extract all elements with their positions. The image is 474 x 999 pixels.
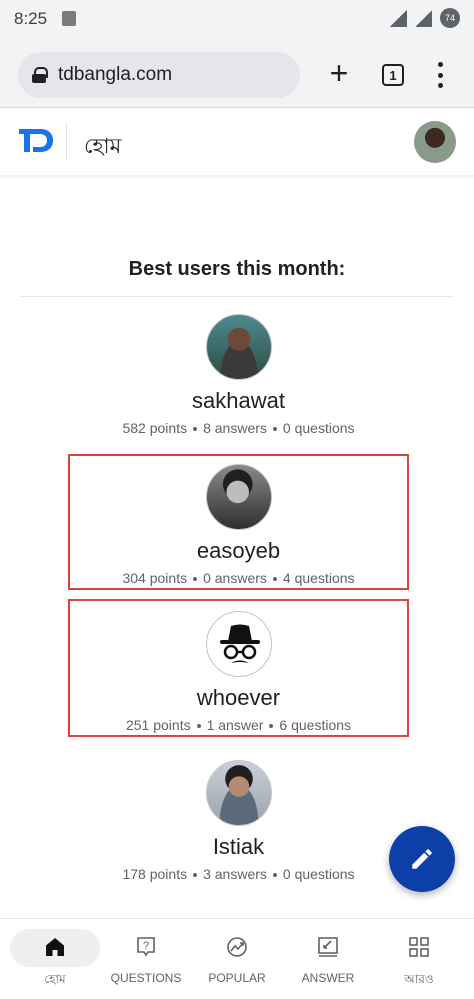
browser-toolbar: tdbangla.com + 1 bbox=[0, 38, 474, 108]
user-stats: 582 points 8 answers 0 questions bbox=[68, 420, 409, 436]
user-points: 178 points bbox=[122, 866, 188, 882]
separator-dot bbox=[193, 427, 198, 432]
user-questions: 4 questions bbox=[282, 570, 355, 586]
user-card-istiak[interactable]: Istiak 178 points 3 answers 0 questions bbox=[68, 760, 409, 884]
user-name[interactable]: Istiak bbox=[68, 834, 409, 860]
user-points: 582 points bbox=[122, 420, 188, 436]
nav-label: হোম bbox=[44, 972, 66, 986]
user-stats: 304 points 0 answers 4 questions bbox=[70, 570, 407, 586]
user-answers: 8 answers bbox=[203, 420, 267, 436]
separator-dot bbox=[272, 577, 277, 582]
user-name[interactable]: whoever bbox=[70, 685, 407, 711]
user-points: 304 points bbox=[122, 570, 188, 586]
user-name[interactable]: sakhawat bbox=[68, 388, 409, 414]
user-answers: 3 answers bbox=[203, 866, 267, 882]
user-answers: 1 answer bbox=[206, 717, 264, 733]
incognito-avatar-icon bbox=[219, 624, 260, 663]
status-icons: 74 bbox=[390, 8, 460, 28]
signal-icon bbox=[390, 9, 407, 27]
status-bar: 8:25 74 bbox=[0, 0, 474, 38]
nav-label: ANSWER bbox=[301, 971, 355, 985]
trending-icon bbox=[227, 937, 247, 957]
user-card-whoever[interactable]: whoever 251 points 1 answer 6 questions bbox=[68, 599, 409, 737]
signal-icon-2 bbox=[415, 9, 432, 27]
separator-dot bbox=[272, 427, 277, 432]
url-text[interactable]: tdbangla.com bbox=[58, 64, 172, 86]
nav-label: QUESTIONS bbox=[110, 971, 182, 985]
separator-dot bbox=[193, 577, 198, 582]
site-header: হোম bbox=[0, 109, 474, 175]
tab-switcher-button[interactable]: 1 bbox=[382, 64, 404, 86]
bottom-navigation: হোম ? QUESTIONS POPULAR ANSWER আরও bbox=[0, 918, 474, 999]
user-avatar[interactable] bbox=[205, 464, 272, 530]
nav-popular[interactable]: POPULAR bbox=[191, 919, 283, 999]
user-answers: 0 answers bbox=[203, 570, 267, 586]
user-avatar[interactable] bbox=[205, 760, 272, 826]
user-points: 251 points bbox=[125, 717, 191, 733]
home-icon bbox=[46, 938, 64, 956]
user-name[interactable]: easoyeb bbox=[70, 538, 407, 564]
user-card-sakhawat[interactable]: sakhawat 582 points 8 answers 0 questions bbox=[68, 314, 409, 438]
pencil-icon bbox=[412, 849, 432, 869]
user-questions: 0 questions bbox=[282, 866, 355, 882]
section-divider bbox=[20, 296, 454, 297]
battery-icon: 74 bbox=[440, 8, 460, 28]
profile-avatar[interactable] bbox=[414, 121, 456, 163]
user-card-easoyeb[interactable]: easoyeb 304 points 0 answers 4 questions bbox=[68, 454, 409, 590]
nav-answer[interactable]: ANSWER bbox=[282, 919, 374, 999]
address-bar[interactable]: tdbangla.com bbox=[18, 52, 300, 98]
nav-home[interactable]: হোম bbox=[9, 919, 101, 999]
nav-more[interactable]: আরও bbox=[373, 919, 465, 999]
user-avatar[interactable] bbox=[205, 314, 272, 380]
site-logo[interactable] bbox=[18, 125, 54, 155]
question-icon: ? bbox=[137, 937, 155, 957]
page-title: হোম bbox=[84, 135, 122, 158]
svg-text:?: ? bbox=[143, 940, 149, 952]
header-divider bbox=[66, 123, 67, 159]
nav-label: POPULAR bbox=[208, 971, 266, 985]
notification-icon bbox=[62, 11, 76, 26]
separator-dot bbox=[193, 873, 198, 878]
browser-menu-button[interactable] bbox=[430, 62, 450, 88]
user-stats: 178 points 3 answers 0 questions bbox=[68, 866, 409, 882]
separator-dot bbox=[196, 724, 201, 729]
new-tab-button[interactable]: + bbox=[322, 57, 356, 92]
user-stats: 251 points 1 answer 6 questions bbox=[70, 717, 407, 733]
user-questions: 0 questions bbox=[282, 420, 355, 436]
user-avatar[interactable] bbox=[205, 611, 272, 677]
separator-dot bbox=[272, 873, 277, 878]
best-users-heading: Best users this month: bbox=[128, 258, 346, 280]
nav-questions[interactable]: ? QUESTIONS bbox=[100, 919, 192, 999]
lock-icon[interactable] bbox=[32, 67, 48, 83]
user-questions: 6 questions bbox=[279, 717, 352, 733]
grid-icon bbox=[409, 937, 429, 957]
separator-dot bbox=[269, 724, 274, 729]
status-time: 8:25 bbox=[14, 9, 48, 28]
answer-icon bbox=[318, 937, 338, 957]
nav-label: আরও bbox=[404, 972, 434, 986]
write-question-button[interactable] bbox=[389, 826, 455, 892]
